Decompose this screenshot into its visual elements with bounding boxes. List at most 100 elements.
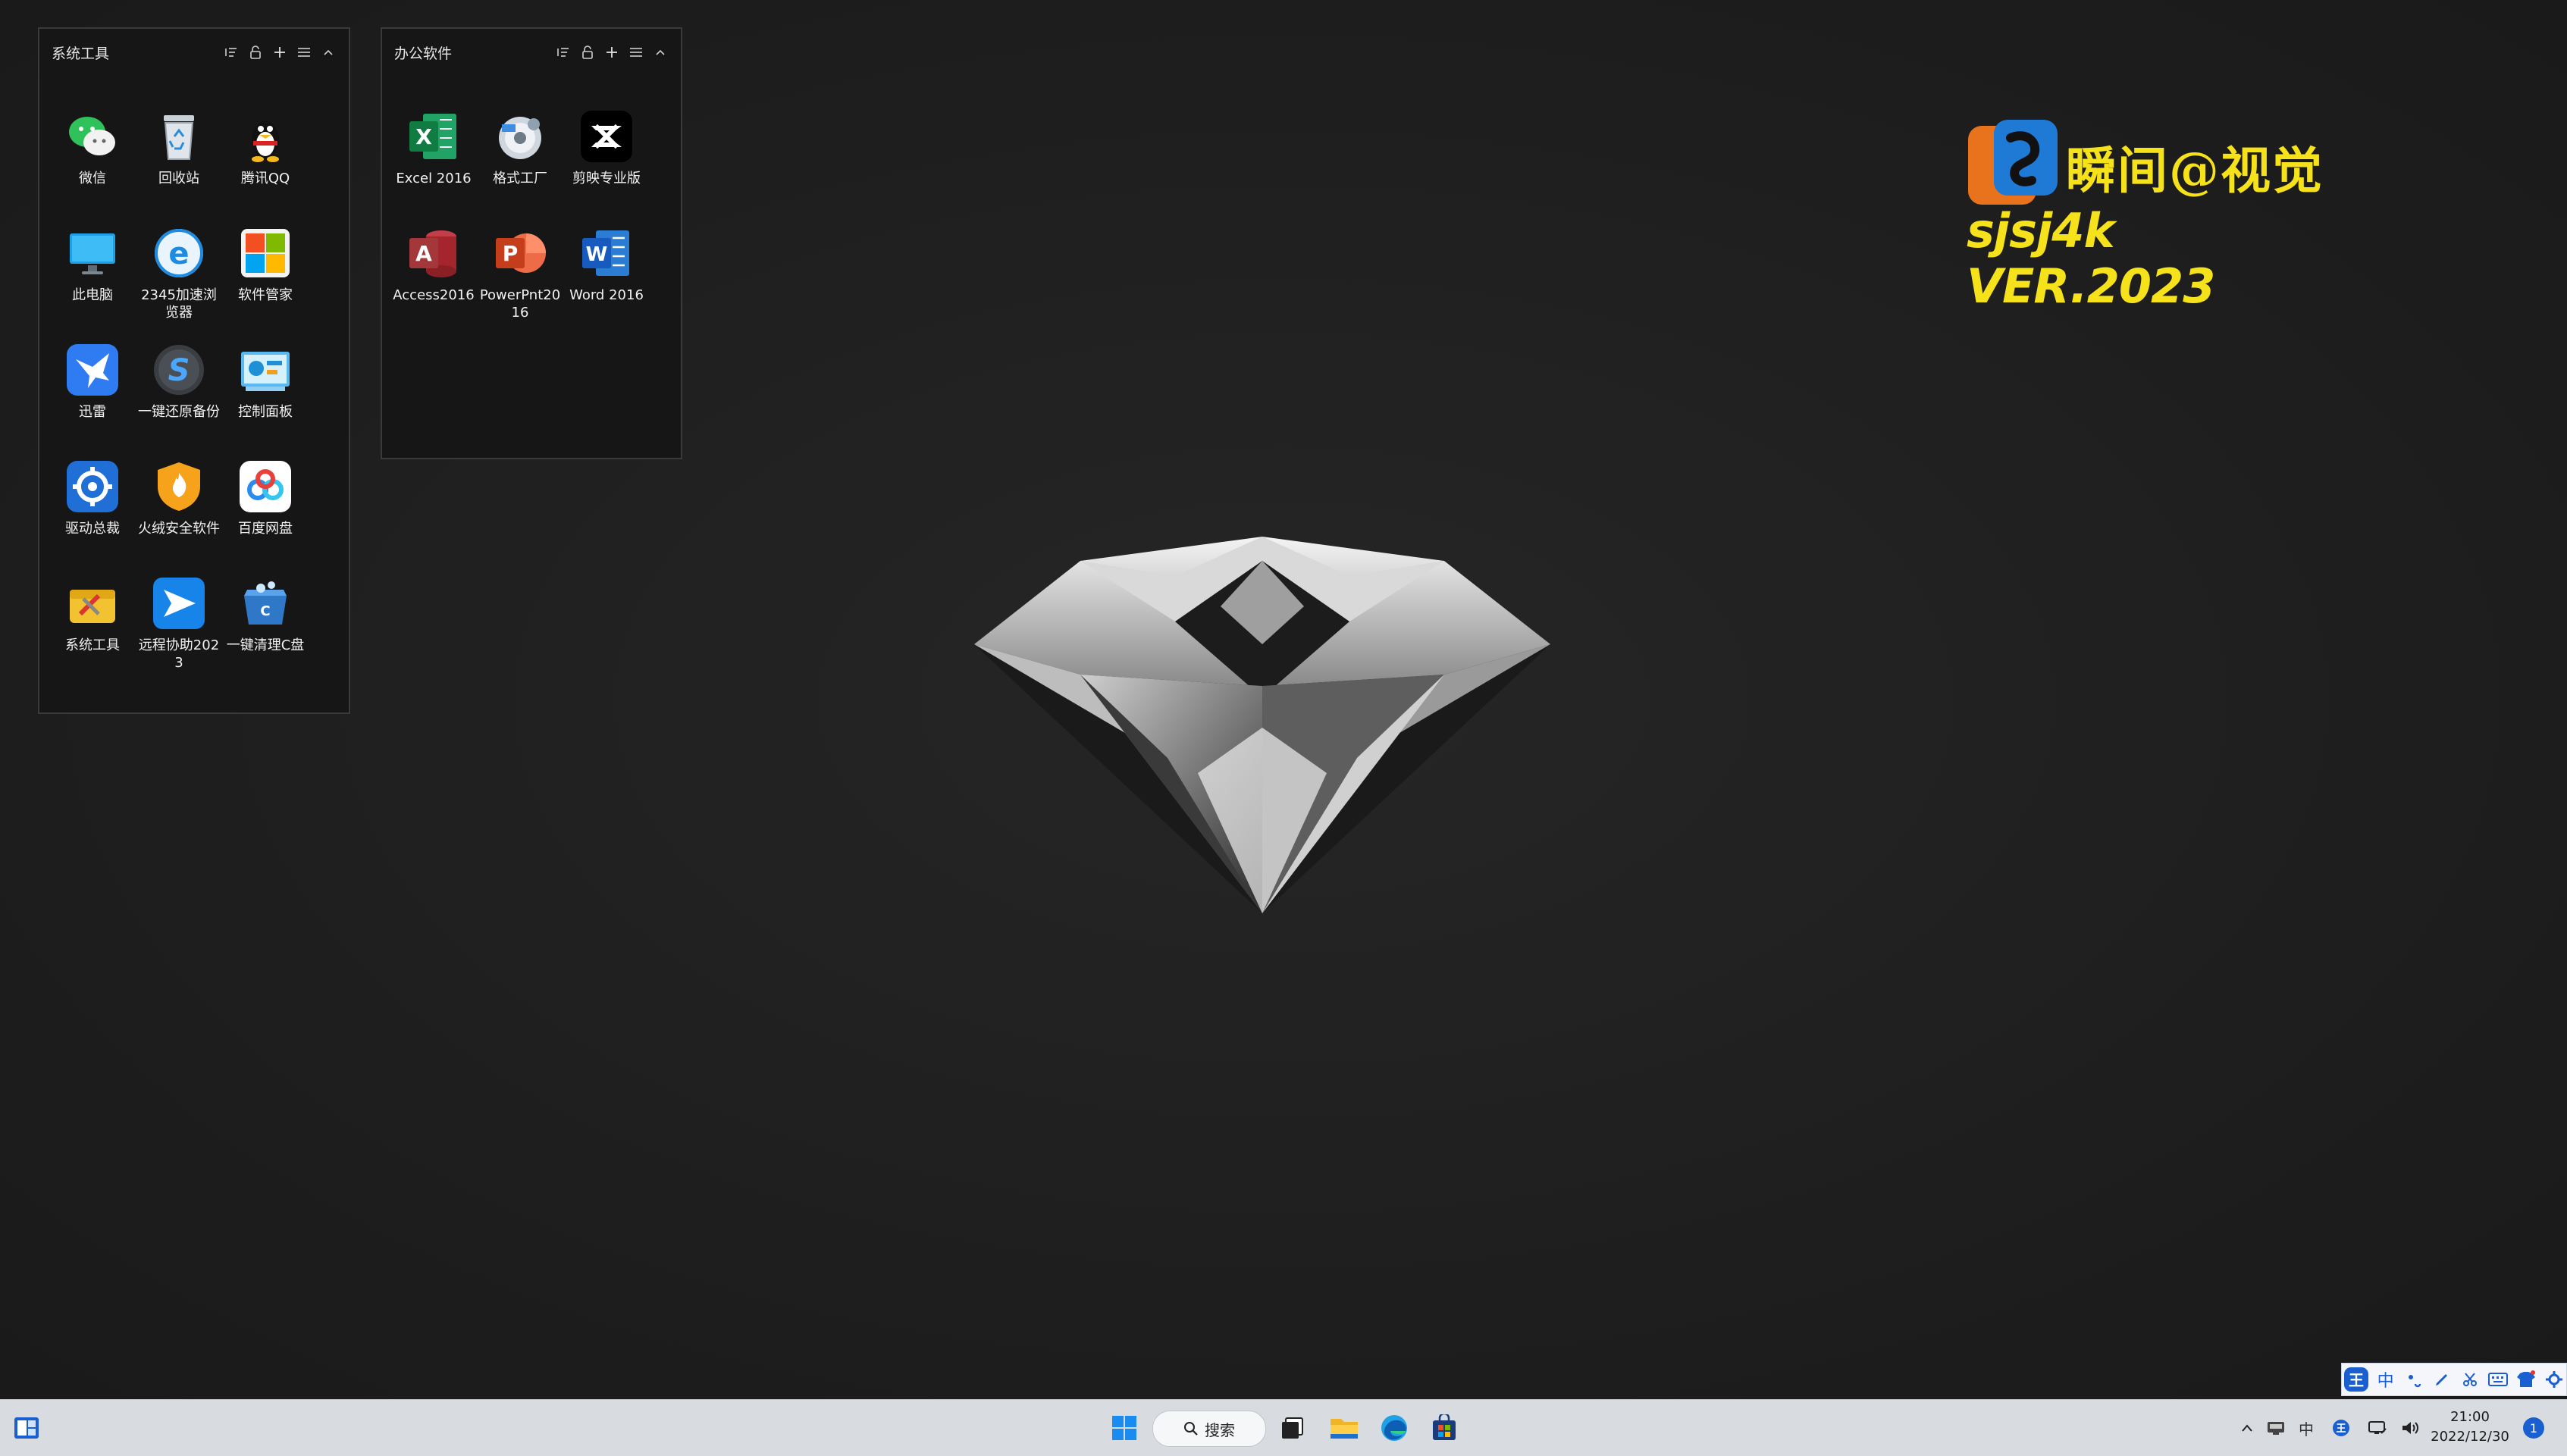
lock-icon[interactable]: [247, 44, 264, 61]
microsoft-store-button[interactable]: [1424, 1400, 1465, 1456]
tray-input-mode-icon[interactable]: 中: [2291, 1417, 2321, 1439]
sort-icon[interactable]: [555, 44, 572, 61]
shield-flame-icon: [158, 462, 200, 511]
desktop-icon-label: 软件管家: [238, 287, 293, 303]
svg-text:e: e: [168, 236, 189, 271]
desktop-icon-format-factory[interactable]: 格式工厂: [477, 109, 563, 187]
svg-text:C: C: [260, 603, 270, 619]
windows-squares-icon: [241, 229, 290, 277]
add-icon[interactable]: [271, 44, 288, 61]
folder-icon: [1331, 1419, 1358, 1439]
desktop-icon-label: 微信: [79, 171, 106, 186]
clean-box-icon: C: [244, 581, 287, 625]
desktop-icon-word[interactable]: W Word 2016: [563, 226, 650, 304]
browser-e-icon: e: [155, 229, 203, 277]
desktop-icon-software-manager[interactable]: 软件管家: [222, 226, 309, 304]
desktop-icon-system-tools[interactable]: 系统工具: [49, 576, 136, 654]
desktop-icon-access[interactable]: A Access2016: [390, 226, 477, 304]
menu-icon[interactable]: [628, 44, 644, 61]
recycle-bin-icon: [164, 115, 194, 160]
desktop-icon-recycle-bin[interactable]: 回收站: [136, 109, 222, 187]
volume-icon[interactable]: [2394, 1420, 2428, 1436]
desktop-icon-clean-c[interactable]: C 一键清理C盘: [222, 576, 309, 654]
desktop-icon-label: Excel 2016: [396, 171, 472, 186]
menu-icon[interactable]: [296, 44, 312, 61]
logo-chinese-text: 瞬间@视觉: [2066, 141, 2324, 200]
show-hidden-icons-chevron-icon[interactable]: [2233, 1423, 2261, 1433]
taskbar-clock[interactable]: 21:00 2022/12/30: [2424, 1407, 2515, 1447]
desktop-icon-remote-assist[interactable]: 远程协助2023: [136, 576, 222, 672]
collapse-chevron-icon[interactable]: [652, 44, 669, 61]
ime-screenshot-icon[interactable]: [2458, 1366, 2481, 1393]
control-panel-icon: [241, 352, 290, 391]
desktop: 系统工具 微信 回收站 腾讯QQ 此电脑 e 2345加速浏览器 软件管家 迅雷…: [0, 0, 2567, 1399]
ime-skin-icon[interactable]: [2515, 1366, 2538, 1393]
fence-toolbar: [223, 44, 337, 61]
desktop-icon-label: 腾讯QQ: [240, 171, 290, 186]
ime-settings-gear-icon[interactable]: [2543, 1366, 2566, 1393]
access-icon: A: [409, 230, 456, 277]
logo-english-text: sjsj4k VER.2023: [1967, 203, 2215, 314]
ime-logo-icon[interactable]: 王: [2343, 1366, 2369, 1393]
fence-office-software: 办公软件 X Excel 2016 格式工厂 剪映专业版 A Access201…: [381, 27, 682, 459]
ime-language-toggle[interactable]: 中: [2374, 1366, 2397, 1393]
capcut-icon: [581, 111, 632, 162]
edge-browser-button[interactable]: [1374, 1400, 1415, 1456]
start-button[interactable]: [1104, 1400, 1145, 1456]
notification-badge[interactable]: 1: [2523, 1417, 2544, 1439]
desktop-icon-2345-browser[interactable]: e 2345加速浏览器: [136, 226, 222, 321]
ime-keyboard-icon[interactable]: [2487, 1366, 2510, 1393]
collapse-chevron-icon[interactable]: [320, 44, 337, 61]
desktop-icon-capcut[interactable]: 剪映专业版: [563, 109, 650, 187]
desktop-icon-qq[interactable]: 腾讯QQ: [222, 109, 309, 187]
restore-s-icon: S: [154, 345, 204, 395]
monitor-icon: [70, 233, 115, 274]
ime-punctuation-icon[interactable]: [2402, 1366, 2425, 1393]
desktop-icon-this-pc[interactable]: 此电脑: [49, 226, 136, 304]
search-label: 搜索: [1205, 1420, 1235, 1439]
widgets-icon: [14, 1417, 39, 1439]
desktop-icon-excel[interactable]: X Excel 2016: [390, 109, 477, 187]
lock-icon[interactable]: [579, 44, 596, 61]
add-icon[interactable]: [603, 44, 620, 61]
network-icon[interactable]: [2361, 1420, 2394, 1436]
tray-ime-icon[interactable]: 王: [2321, 1419, 2361, 1437]
desktop-icon-label: 系统工具: [65, 637, 120, 653]
desktop-icon-huorong[interactable]: 火绒安全软件: [136, 459, 222, 537]
remote-arrow-icon: [153, 578, 205, 629]
fence-toolbar: [555, 44, 669, 61]
desktop-icon-baidu-netdisk[interactable]: 百度网盘: [222, 459, 309, 537]
word-icon: W: [582, 230, 629, 276]
driver-gear-icon: [67, 461, 118, 512]
desktop-icon-label: 一键还原备份: [138, 404, 220, 420]
task-view-button[interactable]: [1272, 1400, 1313, 1456]
widgets-button[interactable]: [8, 1400, 45, 1456]
svg-text:X: X: [415, 124, 432, 149]
desktop-icon-label: Word 2016: [569, 287, 644, 303]
desktop-icon-driver-president[interactable]: 驱动总裁: [49, 459, 136, 537]
wechat-icon: [69, 117, 115, 155]
fence-title: 办公软件: [394, 45, 453, 62]
desktop-icon-one-key-restore[interactable]: S 一键还原备份: [136, 343, 222, 421]
thunder-bird-icon: [67, 344, 118, 396]
fence-system-tools: 系统工具 微信 回收站 腾讯QQ 此电脑 e 2345加速浏览器 软件管家 迅雷…: [38, 27, 350, 714]
svg-text:W: W: [586, 243, 608, 266]
wallpaper-logo: 瞬间@视觉 sjsj4k VER.2023: [1964, 114, 2327, 314]
ime-handwriting-icon[interactable]: [2430, 1366, 2453, 1393]
desktop-icon-control-panel[interactable]: 控制面板: [222, 343, 309, 421]
desktop-icon-label: 格式工厂: [493, 171, 547, 186]
cloud-drive-icon: [240, 461, 291, 512]
file-explorer-button[interactable]: [1324, 1400, 1365, 1456]
clock-time: 21:00: [2450, 1409, 2490, 1425]
logo-mark-icon: [1968, 120, 2058, 205]
taskbar-search[interactable]: 搜索: [1152, 1411, 1266, 1447]
edge-icon: [1381, 1415, 1407, 1441]
desktop-icon-thunder[interactable]: 迅雷: [49, 343, 136, 421]
ime-toolbar: 王 中: [2341, 1363, 2567, 1396]
sort-icon[interactable]: [223, 44, 240, 61]
fence-title: 系统工具: [52, 45, 110, 62]
desktop-icon-wechat[interactable]: 微信: [49, 109, 136, 187]
desktop-icon-powerpoint[interactable]: P PowerPnt2016: [477, 226, 563, 321]
windows-logo-icon: [1112, 1416, 1136, 1440]
tray-app-icon[interactable]: [2261, 1420, 2291, 1436]
